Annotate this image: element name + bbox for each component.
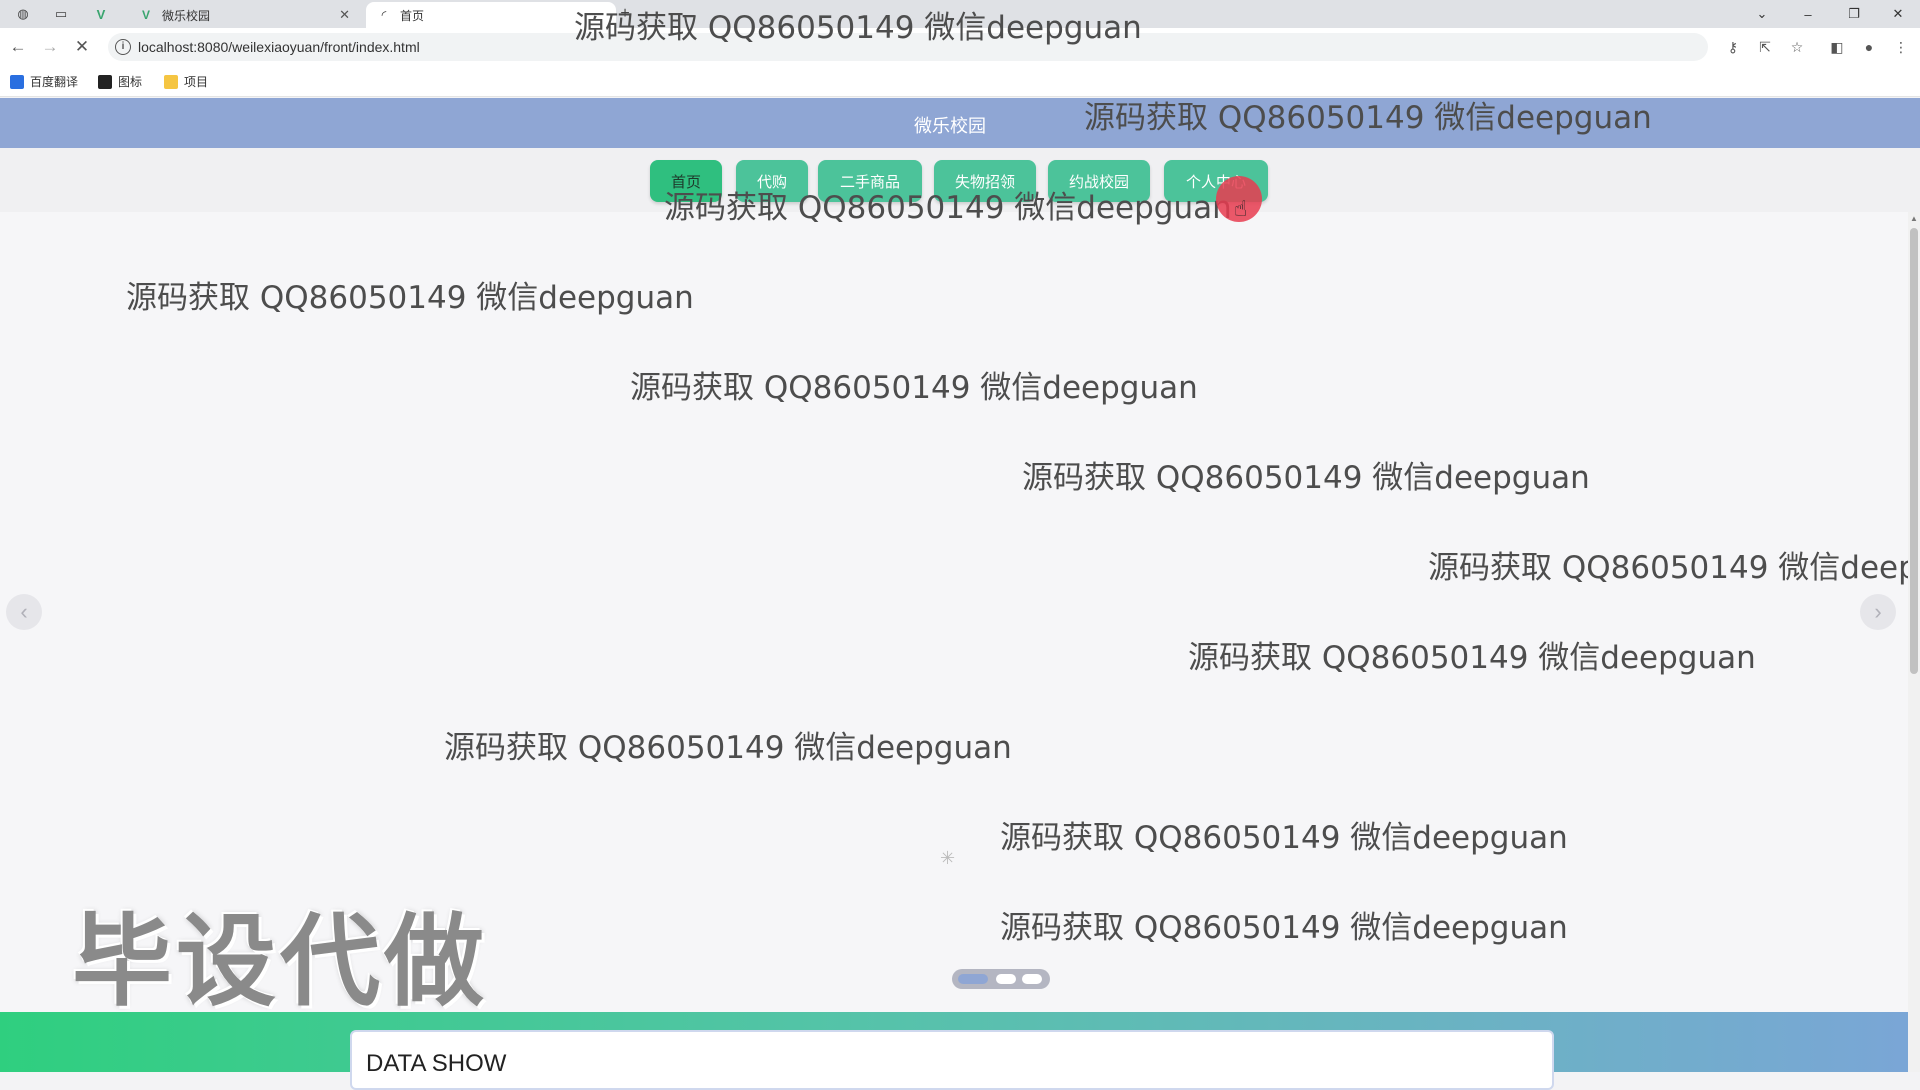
watermark-text: 源码获取 QQ86050149 微信deepguan bbox=[1022, 460, 1590, 496]
carousel-next-button[interactable]: › bbox=[1860, 594, 1896, 630]
watermark-text: 源码获取 QQ86050149 微信deepguan bbox=[630, 370, 1198, 406]
translate-icon bbox=[10, 74, 24, 89]
window-close-icon[interactable]: ✕ bbox=[1876, 0, 1920, 28]
section-title: DATA SHOW bbox=[366, 1050, 507, 1077]
url-text[interactable]: localhost:8080/weilexiaoyuan/front/index… bbox=[138, 39, 420, 55]
watermark-text: 源码获取 QQ86050149 微信deepguan bbox=[444, 730, 1012, 766]
bookmark-label: 百度翻译 bbox=[30, 75, 79, 89]
side-panel-icon[interactable]: ◧ bbox=[1826, 36, 1848, 58]
tab-weilexiaoyuan[interactable]: V 微乐校园 ✕ bbox=[128, 2, 360, 28]
watermark-text: 源码获取 QQ86050149 微信deepguan bbox=[574, 10, 1142, 46]
tab-search-icon[interactable]: ⌄ bbox=[1740, 0, 1784, 28]
hand-pointer-icon: ☝ bbox=[1234, 196, 1248, 221]
watermark-text: 源码获取 QQ86050149 微信deepguan bbox=[126, 280, 694, 316]
back-icon[interactable]: ← bbox=[6, 35, 30, 59]
watermark-text: 源码获取 QQ86050149 微信deepguan bbox=[1000, 910, 1568, 946]
scrollbar-thumb[interactable] bbox=[1910, 228, 1918, 674]
watermark-text: 源码获取 QQ86050149 微信deepguan bbox=[1000, 820, 1568, 856]
restore-icon[interactable]: ❐ bbox=[1832, 0, 1876, 28]
watermark-text: 源码获取 QQ86050149 微信deepguan bbox=[1084, 100, 1652, 136]
menu-icon[interactable]: ⋮ bbox=[1890, 36, 1912, 58]
profile-icon[interactable]: ● bbox=[1858, 36, 1880, 58]
close-icon[interactable]: ✕ bbox=[339, 7, 350, 23]
folder-icon bbox=[164, 74, 178, 89]
star-icon[interactable]: ☆ bbox=[1786, 36, 1808, 58]
bookmark-tubiao[interactable]: 图标 bbox=[98, 73, 142, 90]
image-icon bbox=[98, 74, 112, 89]
vue-favicon-icon: V bbox=[141, 8, 150, 22]
watermark-text: 源码获取 QQ86050149 微信deepguan bbox=[664, 190, 1232, 226]
blank-tab-icon[interactable]: ▭ bbox=[50, 3, 72, 25]
carousel-dot[interactable] bbox=[1022, 974, 1042, 984]
vue-icon[interactable]: V bbox=[90, 3, 112, 25]
globe-icon[interactable]: ◍ bbox=[12, 3, 34, 25]
data-show-panel: DATA SHOW bbox=[350, 1030, 1554, 1090]
watermark-text: 源码获取 QQ86050149 微信deepguan bbox=[1188, 640, 1756, 676]
key-icon[interactable]: ⚷ bbox=[1722, 36, 1744, 58]
stop-loading-icon[interactable]: ✕ bbox=[70, 35, 94, 59]
bookmark-baidu-fanyi[interactable]: 百度翻译 bbox=[10, 73, 78, 90]
minimize-icon[interactable]: – bbox=[1786, 0, 1830, 28]
forward-icon[interactable]: → bbox=[38, 35, 62, 59]
carousel-dot[interactable] bbox=[996, 974, 1016, 984]
scroll-up-icon[interactable]: ▲ bbox=[1910, 214, 1918, 223]
tab-title: 首页 bbox=[400, 8, 425, 23]
watermark-text: 源码获取 QQ86050149 微信deepguan bbox=[1428, 550, 1920, 586]
carousel-indicators bbox=[952, 969, 1050, 989]
share-icon[interactable]: ⇱ bbox=[1754, 36, 1776, 58]
watermark-stamp: 毕设代做 bbox=[72, 906, 488, 1018]
carousel-dot[interactable] bbox=[958, 974, 988, 984]
bookmark-label: 项目 bbox=[184, 75, 209, 89]
bookmark-label: 图标 bbox=[118, 75, 143, 89]
tab-title: 微乐校园 bbox=[162, 8, 211, 23]
page-scrollbar[interactable]: ▲ bbox=[1908, 212, 1920, 1072]
loading-spinner-icon: ◜ bbox=[381, 8, 387, 22]
loading-icon: ✳ bbox=[940, 848, 956, 868]
carousel-prev-button[interactable]: ‹ bbox=[6, 594, 42, 630]
bookmark-xiangmu[interactable]: 项目 bbox=[164, 73, 208, 90]
site-info-icon[interactable]: i bbox=[115, 39, 131, 55]
